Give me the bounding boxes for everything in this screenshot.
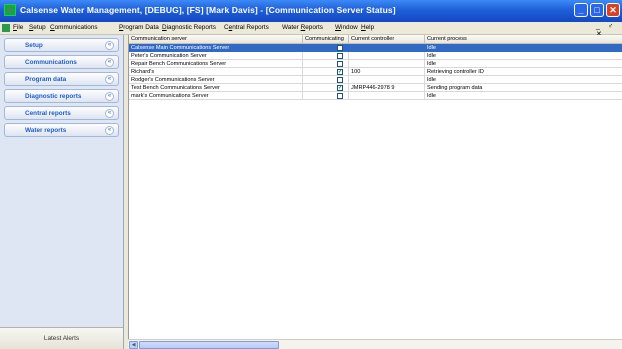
cell-communication-server: Test Bench Communications Server (129, 84, 303, 92)
cell-communication-server: mark's Communications Server (129, 92, 303, 100)
cell-current-process: Sending program data (425, 84, 622, 92)
scroll-left-arrow-icon[interactable]: ◀ (129, 341, 138, 349)
table-row[interactable]: Test Bench Communications Server ✓ JMRP446… (129, 84, 622, 92)
cell-communication-server: Richard's (129, 68, 303, 76)
cell-current-controller: JMRP446-2978 9 (349, 84, 425, 92)
column-header-communicating[interactable]: Communicating (303, 35, 349, 44)
cell-communicating (303, 44, 349, 52)
cell-current-process: Idle (425, 92, 622, 100)
chevron-icon[interactable]: « (105, 41, 114, 50)
menu-water-reports[interactable]: Water Reports (282, 24, 323, 31)
cell-current-process: Idle (425, 44, 622, 52)
menu-setup[interactable]: Setup (29, 24, 46, 31)
unchecked-checkbox-icon[interactable] (337, 61, 343, 67)
sidebar-item-label: Communications (25, 59, 77, 66)
cell-current-controller (349, 52, 425, 60)
sidebar-item-label: Water reports (25, 127, 67, 134)
checked-checkbox-icon[interactable]: ✓ (337, 69, 343, 75)
unchecked-checkbox-icon[interactable] (337, 45, 343, 51)
cell-current-controller (349, 44, 425, 52)
unchecked-checkbox-icon[interactable] (337, 93, 343, 99)
cell-communicating: ✓ (303, 84, 349, 92)
cell-communication-server: Peter's Communication Server (129, 52, 303, 60)
mdi-child-icon[interactable] (2, 24, 10, 32)
cell-communicating: ✓ (303, 68, 349, 76)
chevron-icon[interactable]: « (105, 126, 114, 135)
menu-diagnostic-reports[interactable]: Diagnostic Reports (162, 24, 216, 31)
chevron-icon[interactable]: « (105, 92, 114, 101)
cell-communicating (303, 52, 349, 60)
table-row[interactable]: Rodger's Communications Server Idle (129, 76, 622, 84)
table-row[interactable]: Peter's Communication Server Idle (129, 52, 622, 60)
cell-communication-server: Rodger's Communications Server (129, 76, 303, 84)
close-button[interactable]: ✕ (606, 3, 620, 17)
cell-communicating (303, 92, 349, 100)
menu-file[interactable]: File (13, 24, 23, 31)
title-bar: Calsense Water Management, [DEBUG], [FS]… (0, 0, 622, 22)
column-header-communication-server[interactable]: Communication server (129, 35, 303, 44)
horizontal-scrollbar[interactable]: ◀ (128, 339, 622, 349)
menu-window[interactable]: Window (335, 24, 358, 31)
sidebar-item-diagnostic-reports[interactable]: Diagnostic reports « (4, 89, 119, 103)
unchecked-checkbox-icon[interactable] (337, 77, 343, 83)
cell-communicating (303, 76, 349, 84)
sidebar-item-communications[interactable]: Communications « (4, 55, 119, 69)
sidebar-item-program-data[interactable]: Program data « (4, 72, 119, 86)
column-header-current-process[interactable]: Current process (425, 35, 622, 44)
table-row[interactable]: Repair Bench Communications Server Idle (129, 60, 622, 68)
navigation-sidebar: Setup « Communications « Program data « … (0, 35, 124, 349)
menu-help[interactable]: Help (361, 24, 374, 31)
menu-program-data[interactable]: Program Data (119, 24, 159, 31)
cell-current-controller (349, 92, 425, 100)
cell-current-process: Idle (425, 60, 622, 68)
cell-communicating (303, 60, 349, 68)
chevron-icon[interactable]: « (105, 58, 114, 67)
sidebar-item-central-reports[interactable]: Central reports « (4, 106, 119, 120)
latest-alerts-label: Latest Alerts (43, 335, 80, 342)
sidebar-item-label: Program data (25, 76, 67, 83)
cell-current-controller (349, 76, 425, 84)
menu-bar: File Setup Communications Program Data D… (0, 22, 622, 38)
minimize-button[interactable]: _ (574, 3, 588, 17)
app-icon[interactable] (4, 4, 16, 16)
scroll-thumb[interactable] (139, 341, 279, 349)
sidebar-item-water-reports[interactable]: Water reports « (4, 123, 119, 137)
sidebar-item-label: Diagnostic reports (25, 93, 82, 100)
cell-current-process: Idle (425, 76, 622, 84)
maximize-button[interactable]: □ (590, 3, 604, 17)
sidebar-item-label: Setup (25, 42, 43, 49)
communication-server-table: Communication server Communicating Curre… (128, 35, 622, 349)
cell-communication-server: Repair Bench Communications Server (129, 60, 303, 68)
sidebar-item-label: Central reports (25, 110, 71, 117)
table-row[interactable]: Richard's ✓ 100 Retrieving controller ID (129, 68, 622, 76)
chevron-icon[interactable]: « (105, 75, 114, 84)
menu-central-reports[interactable]: Central Reports (224, 24, 269, 31)
cell-current-controller (349, 60, 425, 68)
cell-current-process: Retrieving controller ID (425, 68, 622, 76)
latest-alerts-button[interactable]: Latest Alerts (0, 327, 123, 349)
menu-communications[interactable]: Communications (50, 24, 98, 31)
cell-current-process: Idle (425, 52, 622, 60)
cell-current-controller: 100 (349, 68, 425, 76)
window-title: Calsense Water Management, [DEBUG], [FS]… (20, 5, 396, 15)
table-row[interactable]: Calsense Main Communications Server Idle (129, 44, 622, 52)
cell-communication-server: Calsense Main Communications Server (129, 44, 303, 52)
sidebar-item-setup[interactable]: Setup « (4, 38, 119, 52)
table-row[interactable]: mark's Communications Server Idle (129, 92, 622, 100)
chevron-icon[interactable]: « (105, 109, 114, 118)
checked-checkbox-icon[interactable]: ✓ (337, 85, 343, 91)
unchecked-checkbox-icon[interactable] (337, 53, 343, 59)
column-header-current-controller[interactable]: Current controller (349, 35, 425, 44)
